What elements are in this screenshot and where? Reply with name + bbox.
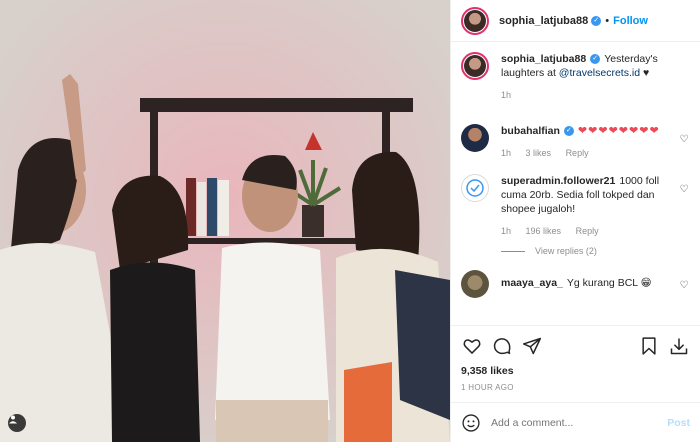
instagram-post: sophia_latjuba88 ✓ • Follow sophia_latju…	[0, 0, 700, 442]
header-separator: •	[605, 14, 610, 27]
comment-item: maaya_aya_ Yg kurang BCL 😁 ♡	[461, 270, 690, 298]
comment-meta: 1h 3 likes Reply	[501, 146, 678, 160]
reply-button[interactable]: Reply	[576, 226, 599, 236]
user-tag-icon[interactable]	[8, 414, 26, 432]
follow-button[interactable]: Follow	[613, 15, 648, 27]
comment-username[interactable]: bubahalfian	[501, 125, 560, 137]
bookmark-icon[interactable]	[638, 335, 660, 357]
post-timestamp: 1 HOUR AGO	[461, 383, 514, 392]
comment-body: bubahalfian ✓ ❤❤❤❤❤❤❤❤ 1h 3 likes Reply	[501, 124, 678, 160]
photo-illustration	[0, 0, 450, 442]
caption-time: 1h	[501, 90, 512, 100]
comment-body: maaya_aya_ Yg kurang BCL 😁	[501, 270, 678, 290]
post-photo[interactable]	[0, 0, 450, 442]
commenter-avatar[interactable]	[461, 270, 489, 298]
author-avatar[interactable]	[461, 6, 489, 35]
caption: sophia_latjuba88 ✓ Yesterday's laughters a…	[461, 52, 690, 102]
add-comment-input[interactable]	[491, 416, 668, 429]
caption-username[interactable]: sophia_latjuba88	[501, 53, 586, 65]
comment-meta: 1h 196 likes Reply	[501, 224, 678, 238]
comment-item: superadmin.follower21 1000 foll cuma 20rb…	[461, 174, 690, 238]
reply-button[interactable]: Reply	[566, 148, 589, 158]
likes-count[interactable]: 9,358 likes	[451, 365, 700, 377]
emoji-icon[interactable]	[461, 413, 481, 433]
comment-text: Yg kurang BCL 😁	[566, 277, 652, 289]
comment-time: 1h	[501, 226, 512, 236]
post-sidebar: sophia_latjuba88 ✓ • Follow sophia_latju…	[450, 0, 700, 442]
comment-likes[interactable]: 3 likes	[526, 148, 552, 158]
comment-time: 1h	[501, 148, 512, 158]
like-comment-heart-icon[interactable]: ♡	[678, 280, 690, 291]
add-comment-bar: Post	[451, 402, 700, 442]
commenter-avatar[interactable]	[461, 124, 489, 152]
post-comment-button[interactable]: Post	[667, 417, 690, 429]
view-replies-label[interactable]: View replies (2)	[535, 246, 597, 256]
caption-body: sophia_latjuba88 ✓ Yesterday's laughters a…	[501, 52, 690, 102]
action-bar	[451, 325, 700, 365]
comment-likes[interactable]: 196 likes	[526, 226, 562, 236]
like-comment-heart-icon[interactable]: ♡	[678, 134, 690, 145]
verified-badge-icon: ✓	[590, 54, 601, 65]
heart-icon[interactable]	[461, 335, 483, 357]
author-username[interactable]: sophia_latjuba88	[499, 15, 588, 27]
commenter-avatar[interactable]	[461, 174, 489, 202]
replies-divider	[501, 250, 525, 252]
verified-badge-icon: ✓	[563, 126, 574, 137]
comments-list: sophia_latjuba88 ✓ Yesterday's laughters a…	[451, 42, 700, 325]
send-icon[interactable]	[521, 335, 543, 357]
caption-heart: ♥	[640, 67, 650, 79]
comment-text: ❤❤❤❤❤❤❤❤	[577, 125, 660, 137]
like-comment-heart-icon[interactable]: ♡	[678, 184, 690, 195]
caption-avatar[interactable]	[461, 52, 489, 80]
comment-body: superadmin.follower21 1000 foll cuma 20rb…	[501, 174, 678, 238]
view-replies[interactable]: View replies (2)	[501, 246, 690, 256]
verified-badge-icon: ✓	[591, 15, 602, 26]
comment-icon[interactable]	[491, 335, 513, 357]
post-header: sophia_latjuba88 ✓ • Follow	[451, 0, 700, 42]
comment-item: bubahalfian ✓ ❤❤❤❤❤❤❤❤ 1h 3 likes Reply ♡	[461, 124, 690, 160]
caption-meta: 1h	[501, 88, 690, 102]
comment-username[interactable]: superadmin.follower21	[501, 175, 615, 187]
caption-mention-link[interactable]: @travelsecrets.id	[559, 67, 640, 79]
download-icon[interactable]	[668, 335, 690, 357]
comment-username[interactable]: maaya_aya_	[501, 277, 563, 289]
